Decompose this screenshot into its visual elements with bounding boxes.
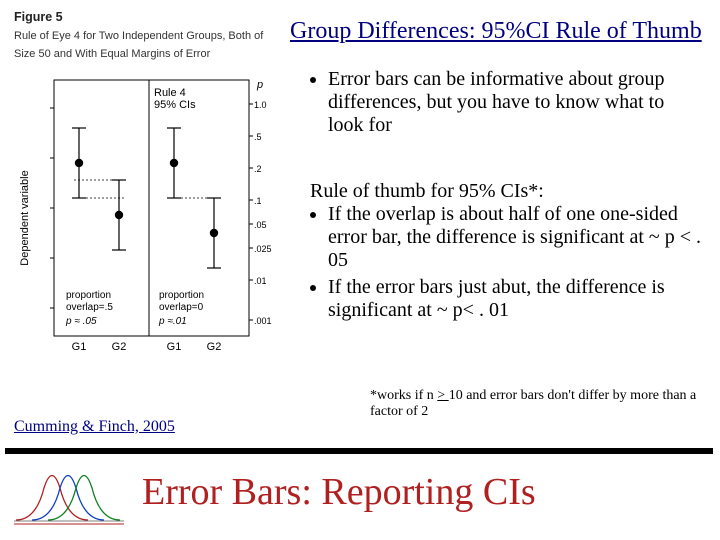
figure-caption: Rule of Eye 4 for Two Independent Groups… bbox=[14, 30, 263, 60]
p2-x2: G2 bbox=[207, 341, 222, 353]
p2-annot3: p ≈.01 bbox=[158, 316, 187, 327]
footnote: *works if n > 10 and error bars don't di… bbox=[370, 388, 700, 420]
p2-annot2: overlap=0 bbox=[159, 302, 204, 313]
top-bullets: Error bars can be informative about grou… bbox=[310, 68, 700, 143]
ptick-4: .05 bbox=[254, 220, 267, 230]
ptick-0: 1.0 bbox=[254, 100, 267, 110]
p1-x2: G2 bbox=[112, 341, 127, 353]
ptick-3: .1 bbox=[254, 196, 262, 206]
rule-1: If the overlap is about half of one one-… bbox=[328, 203, 710, 272]
figure-header: Figure 5 Rule of Eye 4 for Two Independe… bbox=[14, 8, 274, 62]
rule-heading: Rule of thumb for 95% CIs*: bbox=[310, 180, 710, 203]
panel1-g2 bbox=[112, 180, 126, 250]
ptick-7: .001 bbox=[254, 316, 272, 326]
p1-annot1: proportion bbox=[66, 290, 111, 301]
figure-block: Figure 5 Rule of Eye 4 for Two Independe… bbox=[14, 8, 274, 391]
plot-inner-title2: 95% CIs bbox=[154, 99, 196, 111]
ptick-5: .025 bbox=[254, 244, 272, 254]
y-axis-label: Dependent variable bbox=[19, 170, 31, 265]
bullet-1: Error bars can be informative about grou… bbox=[328, 68, 700, 137]
p2-annot1: proportion bbox=[159, 290, 204, 301]
p1-annot3: p ≈ .05 bbox=[65, 316, 97, 327]
citation-link[interactable]: Cumming & Finch, 2005 bbox=[14, 418, 175, 436]
p1-x1: G1 bbox=[72, 341, 87, 353]
figure-plot: Dependent variable Rule 4 95% CIs bbox=[14, 68, 272, 386]
panel1-g1 bbox=[72, 128, 86, 198]
panel2-g2 bbox=[207, 198, 221, 268]
panel2-g1 bbox=[167, 128, 181, 198]
distribution-icon bbox=[14, 468, 124, 530]
plot-inner-title1: Rule 4 bbox=[154, 87, 186, 99]
ptick-2: .2 bbox=[254, 164, 262, 174]
slide-title: Group Differences: 95%CI Rule of Thumb bbox=[290, 18, 702, 45]
ptick-1: .5 bbox=[254, 132, 262, 142]
p1-annot2: overlap=.5 bbox=[66, 302, 113, 313]
p2-x1: G1 bbox=[167, 341, 182, 353]
figure-label: Figure 5 bbox=[14, 10, 63, 24]
p-axis-label: p bbox=[256, 79, 263, 91]
ptick-6: .01 bbox=[254, 276, 267, 286]
divider bbox=[5, 448, 713, 454]
rule-block: Rule of thumb for 95% CIs*: If the overl… bbox=[310, 180, 710, 326]
section-title: Error Bars: Reporting CIs bbox=[142, 470, 536, 514]
footnote-part1: *works if n bbox=[370, 388, 437, 403]
footnote-ge: > bbox=[437, 388, 448, 403]
slide: Group Differences: 95%CI Rule of Thumb F… bbox=[0, 0, 720, 540]
rule-2: If the error bars just abut, the differe… bbox=[328, 276, 710, 322]
